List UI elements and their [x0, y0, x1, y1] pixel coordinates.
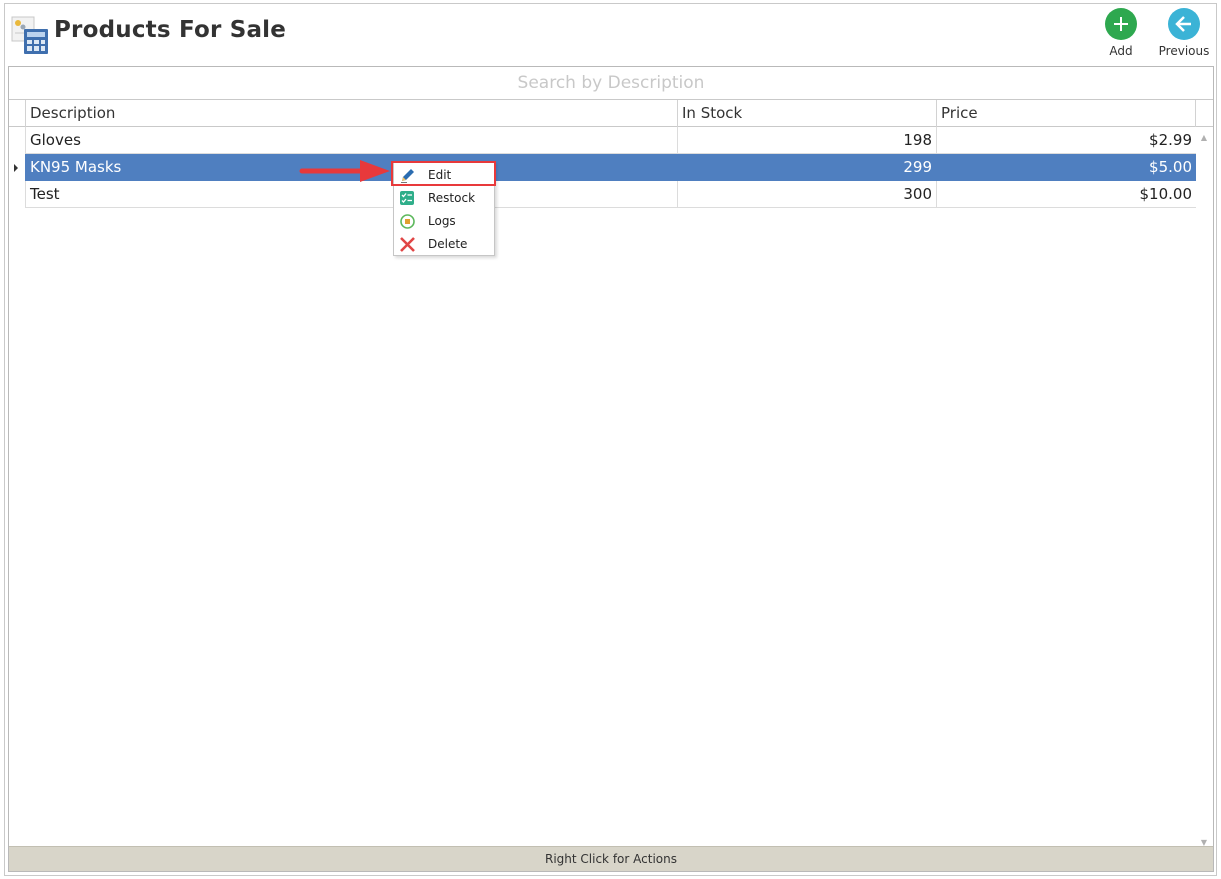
column-header-in-stock[interactable]: In Stock [677, 100, 936, 127]
table-row[interactable]: Gloves 198 $2.99 [25, 127, 1196, 154]
search-bar [9, 67, 1213, 100]
current-row-indicator-icon [14, 164, 18, 172]
delete-x-icon [400, 237, 415, 252]
status-bar: Right Click for Actions [9, 846, 1213, 871]
add-label: Add [1109, 44, 1133, 58]
cell-in-stock: 198 [677, 127, 936, 154]
cell-price: $2.99 [936, 127, 1196, 154]
annotation-highlight-box [391, 161, 496, 186]
restock-checklist-icon [400, 191, 414, 205]
cell-description: Test [25, 181, 677, 208]
add-button[interactable]: Add [1093, 8, 1149, 64]
table-row[interactable]: Test 300 $10.00 [25, 181, 1196, 208]
logs-refresh-icon [400, 214, 415, 229]
scroll-up-arrow-icon[interactable]: ▲ [1201, 133, 1207, 142]
menu-item-delete[interactable]: Delete [394, 233, 494, 256]
search-input[interactable] [9, 67, 1213, 99]
cell-in-stock: 300 [677, 181, 936, 208]
menu-item-delete-label: Delete [428, 237, 468, 251]
menu-item-logs-label: Logs [428, 214, 456, 228]
header: Products For Sale Add Previous [5, 4, 1216, 66]
products-grid: Description In Stock Price Gloves 198 $2… [8, 66, 1214, 872]
menu-item-restock[interactable]: Restock [394, 187, 494, 210]
cell-price: $10.00 [936, 181, 1196, 208]
menu-item-restock-label: Restock [428, 191, 476, 205]
back-arrow-circle-icon [1168, 8, 1200, 40]
column-header-description[interactable]: Description [25, 100, 677, 127]
cell-price: $5.00 [936, 154, 1196, 181]
annotation-arrow-icon [299, 160, 390, 182]
cell-in-stock: 299 [677, 154, 936, 181]
calculator-app-icon [11, 16, 48, 54]
products-window: Products For Sale Add Previous Descripti… [4, 3, 1217, 876]
previous-label: Previous [1158, 44, 1210, 58]
plus-circle-icon [1105, 8, 1137, 40]
page-title: Products For Sale [54, 17, 287, 43]
menu-item-logs[interactable]: Logs [394, 210, 494, 233]
column-header-row: Description In Stock Price [9, 100, 1213, 127]
column-header-price[interactable]: Price [936, 100, 1196, 127]
cell-description: Gloves [25, 127, 677, 154]
table-row-selected[interactable]: KN95 Masks 299 $5.00 [25, 154, 1196, 181]
previous-button[interactable]: Previous [1156, 8, 1212, 64]
